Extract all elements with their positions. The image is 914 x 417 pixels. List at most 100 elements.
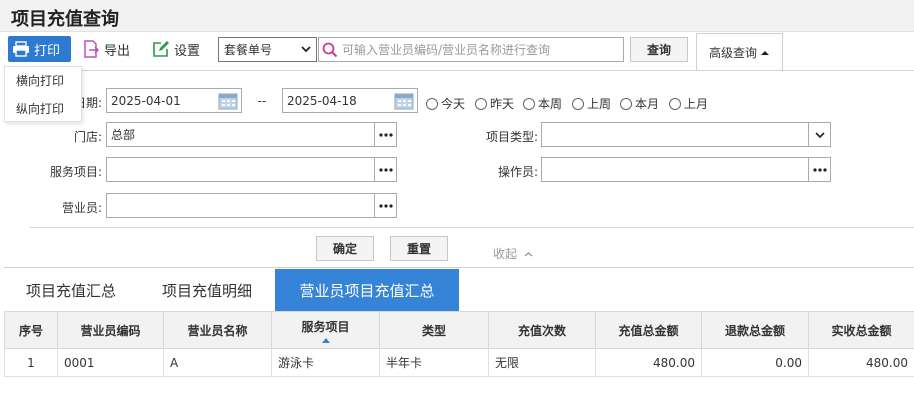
cell-index: 1	[4, 348, 58, 377]
salesperson-label: 营业员:	[61, 201, 102, 215]
column-header-salesperson-code[interactable]: 营业员编码	[57, 311, 164, 349]
service-field[interactable]	[106, 157, 397, 182]
cell-salesperson-name: A	[163, 348, 272, 377]
confirm-button[interactable]: 确定	[316, 236, 374, 261]
more-dots-icon	[378, 167, 393, 172]
chevron-up-icon	[524, 252, 533, 257]
radio-circle	[426, 97, 438, 110]
caret-up-icon	[761, 50, 769, 55]
settings-button-label: 设置	[174, 43, 201, 59]
print-button[interactable]: 打印	[8, 36, 71, 62]
radio-last-week[interactable]: 上周	[572, 95, 611, 112]
export-icon	[84, 40, 100, 58]
service-label: 服务项目:	[49, 165, 102, 179]
radio-circle	[572, 97, 584, 110]
radio-circle	[475, 97, 487, 110]
print-menu: 横向打印 纵向打印	[4, 66, 82, 122]
date-to-value: 2025-04-18	[287, 93, 357, 108]
export-button-label: 导出	[104, 43, 131, 59]
item-type-dropdown-button[interactable]	[808, 123, 830, 146]
edit-settings-icon	[153, 41, 169, 57]
radio-circle	[669, 97, 681, 110]
tab-recharge-detail[interactable]: 项目充值明细	[144, 269, 270, 311]
search-input[interactable]: 可输入营业员编码/营业员名称进行查询	[318, 37, 624, 62]
column-header-recharge-count[interactable]: 充值次数	[488, 311, 596, 349]
radio-circle	[523, 97, 535, 110]
radio-circle	[620, 97, 632, 110]
date-to-input[interactable]: 2025-04-18	[282, 88, 418, 113]
more-dots-icon	[812, 167, 827, 172]
radio-yesterday[interactable]: 昨天	[475, 95, 514, 112]
query-button[interactable]: 查询	[630, 37, 688, 62]
date-from-input[interactable]: 2025-04-01	[106, 88, 242, 113]
column-header-index[interactable]: 序号	[4, 311, 58, 349]
search-type-select[interactable]: 套餐单号	[218, 37, 317, 62]
chevron-down-icon	[814, 131, 825, 138]
column-header-salesperson-name[interactable]: 营业员名称	[163, 311, 272, 349]
page-title: 项目充值查询	[11, 9, 119, 30]
more-dots-icon	[378, 132, 393, 137]
collapse-label: 收起	[493, 247, 518, 261]
cell-salesperson-code: 0001	[57, 348, 164, 377]
radio-label: 上月	[684, 97, 709, 111]
collapse-toggle[interactable]: 收起	[493, 245, 533, 262]
item-type-label: 项目类型:	[485, 130, 538, 144]
cell-type: 半年卡	[379, 348, 489, 377]
cell-recharge-total: 480.00	[595, 348, 702, 377]
cell-received-total: 480.00	[808, 348, 914, 377]
print-button-label: 打印	[34, 43, 61, 59]
radio-today[interactable]: 今天	[426, 95, 465, 112]
tab-salesperson-summary[interactable]: 营业员项目充值汇总	[275, 269, 459, 311]
panel-divider	[4, 70, 914, 71]
chevron-down-icon	[301, 46, 311, 53]
radio-this-month[interactable]: 本月	[620, 95, 659, 112]
cell-recharge-count: 无限	[488, 348, 596, 377]
column-header-type[interactable]: 类型	[379, 311, 489, 349]
item-type-select[interactable]	[541, 122, 831, 147]
advanced-query-label: 高级查询	[708, 46, 757, 60]
calendar-icon[interactable]	[218, 91, 238, 110]
more-dots-icon	[378, 203, 393, 208]
radio-last-month[interactable]: 上月	[669, 95, 708, 112]
results-table: 序号 营业员编码 营业员名称 服务项目 类型 充值次数 充值总金额 退款总金额 …	[4, 311, 914, 377]
reset-button[interactable]: 重置	[390, 236, 448, 261]
column-header-recharge-total[interactable]: 充值总金额	[595, 311, 702, 349]
service-picker-button[interactable]	[374, 158, 396, 181]
radio-label: 上周	[587, 97, 612, 111]
date-range-separator: --	[257, 94, 267, 108]
radio-label: 本周	[538, 97, 563, 111]
search-type-value: 套餐单号	[224, 43, 273, 57]
column-header-service-item[interactable]: 服务项目	[271, 311, 380, 349]
operator-label: 操作员:	[497, 165, 538, 179]
table-header-row: 序号 营业员编码 营业员名称 服务项目 类型 充值次数 充值总金额 退款总金额 …	[4, 311, 914, 349]
title-bar: 项目充值查询	[0, 0, 914, 32]
print-menu-item-portrait[interactable]: 纵向打印	[5, 95, 81, 123]
filter-divider	[30, 227, 914, 228]
calendar-icon[interactable]	[394, 91, 414, 110]
print-menu-item-landscape[interactable]: 横向打印	[5, 67, 81, 95]
salesperson-field[interactable]	[106, 193, 397, 218]
settings-button[interactable]: 设置	[152, 36, 200, 62]
column-header-refund-total[interactable]: 退款总金额	[701, 311, 809, 349]
store-picker-button[interactable]	[374, 123, 396, 146]
radio-label: 今天	[441, 97, 466, 111]
salesperson-picker-button[interactable]	[374, 194, 396, 217]
sort-ascending-icon	[321, 337, 330, 343]
advanced-query-button[interactable]: 高级查询	[696, 33, 783, 71]
operator-picker-button[interactable]	[808, 158, 830, 181]
store-field[interactable]: 总部	[106, 122, 397, 147]
cell-refund-total: 0.00	[701, 348, 809, 377]
column-header-received-total[interactable]: 实收总金额	[808, 311, 914, 349]
column-header-label: 服务项目	[301, 319, 350, 334]
operator-field[interactable]	[541, 157, 831, 182]
export-button[interactable]: 导出	[82, 36, 130, 62]
radio-label: 昨天	[490, 97, 515, 111]
store-label: 门店:	[73, 130, 102, 144]
store-value: 总部	[111, 128, 136, 142]
printer-icon	[13, 41, 29, 57]
radio-this-week[interactable]: 本周	[523, 95, 562, 112]
tab-recharge-summary[interactable]: 项目充值汇总	[8, 269, 134, 311]
search-icon	[322, 42, 338, 57]
radio-label: 本月	[635, 97, 660, 111]
table-row[interactable]: 1 0001 A 游泳卡 半年卡 无限 480.00 0.00 480.00	[4, 348, 914, 377]
